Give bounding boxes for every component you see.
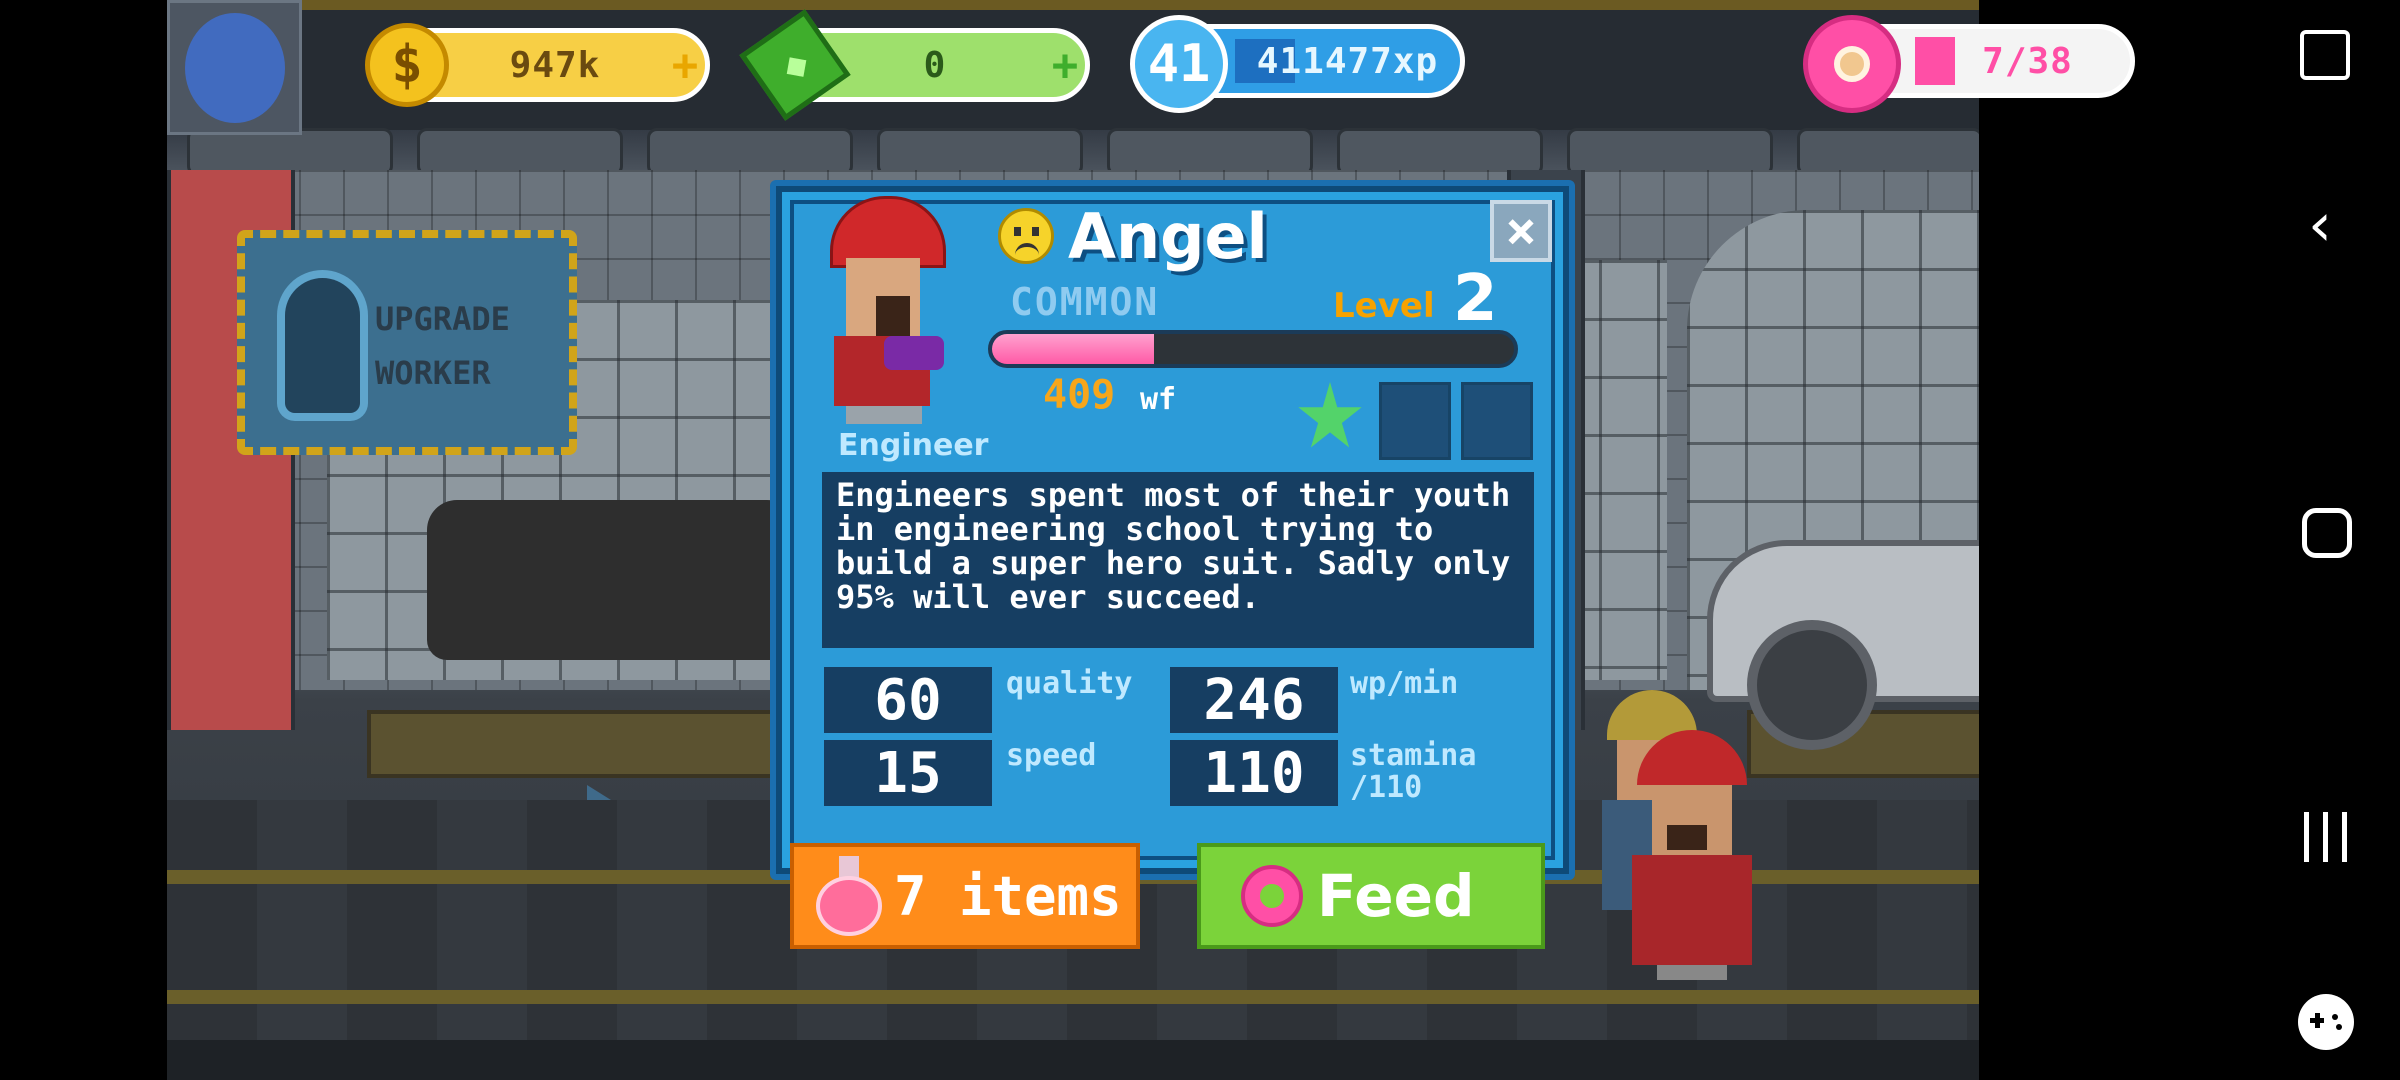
- star-empty-slot: [1461, 382, 1533, 460]
- recents-nav-icon[interactable]: [2300, 812, 2352, 862]
- speed-value: 15: [824, 740, 992, 806]
- quality-label: quality: [1006, 666, 1133, 701]
- donut-icon: [1241, 865, 1303, 927]
- close-button[interactable]: ×: [1490, 200, 1552, 262]
- pipe: [1107, 128, 1313, 176]
- avatar-silhouette: [185, 13, 285, 123]
- wp-min-label: wp/min: [1350, 666, 1459, 701]
- coin-icon: $: [365, 23, 449, 107]
- pipe: [417, 128, 623, 176]
- pipe: [877, 128, 1083, 176]
- car-wheel: [1747, 620, 1877, 750]
- potion-icon: [814, 856, 884, 936]
- sad-face-icon: [998, 208, 1054, 264]
- speed-label: speed: [1006, 738, 1097, 773]
- stamina-value: 110: [1170, 740, 1338, 806]
- pipe: [187, 128, 393, 176]
- back-nav-icon[interactable]: ‹: [2308, 195, 2332, 255]
- add-cash-button[interactable]: +: [1045, 40, 1085, 91]
- cash-counter[interactable]: ◆ 0 +: [739, 9, 1090, 121]
- feed-button[interactable]: Feed: [1197, 843, 1545, 949]
- level-progress-fill: [992, 334, 1154, 364]
- worker-description: Engineers spent most of their youth in e…: [822, 472, 1534, 648]
- donut-value: 7/38: [1982, 40, 2073, 82]
- star-empty-slot: [1379, 382, 1451, 460]
- worker-name: Angel: [1068, 200, 1268, 273]
- floor-stripe: [167, 990, 1979, 1004]
- pipe: [1567, 128, 1773, 176]
- game-tools-icon[interactable]: [2298, 994, 2354, 1050]
- close-icon: ×: [1505, 201, 1537, 261]
- ceiling-trim: [167, 0, 1979, 10]
- xp-value: 411477xp: [1256, 40, 1439, 82]
- items-button-label: 7 items: [894, 864, 1122, 928]
- wf-value: 409: [1043, 372, 1116, 418]
- pipe: [1797, 128, 1979, 176]
- upgrade-sign-line2: WORKER: [375, 354, 491, 392]
- upgrade-sign-line1: UPGRADE: [375, 300, 510, 338]
- avatar[interactable]: [167, 0, 302, 135]
- items-button[interactable]: 7 items: [790, 843, 1140, 949]
- pipe: [647, 128, 853, 176]
- tool-icon: [884, 336, 944, 370]
- wf-unit: wf: [1140, 382, 1177, 417]
- donut-counter[interactable]: 7/38: [1803, 15, 2135, 113]
- level-progress-bar: [988, 330, 1518, 368]
- quality-value: 60: [824, 667, 992, 733]
- level-value: 2: [1453, 262, 1498, 336]
- feed-button-label: Feed: [1317, 862, 1475, 930]
- stamina-max-label: /110: [1350, 770, 1423, 805]
- coins-counter[interactable]: $ 947k +: [365, 23, 710, 107]
- rarity-label: COMMON: [1010, 280, 1160, 324]
- pipe: [1337, 128, 1543, 176]
- worker-feet: [846, 406, 922, 424]
- upgrade-worker-sign[interactable]: UPGRADE WORKER: [237, 230, 577, 455]
- home-nav-icon[interactable]: [2302, 508, 2352, 558]
- job-label: Engineer: [838, 428, 989, 463]
- screen-lock-icon[interactable]: [2300, 30, 2350, 80]
- wp-min-value: 246: [1170, 667, 1338, 733]
- worker-beard: [876, 296, 910, 336]
- add-coins-button[interactable]: +: [665, 40, 705, 91]
- worker-silhouette-icon: [285, 278, 360, 413]
- xp-counter[interactable]: 41 411477xp: [1130, 15, 1465, 113]
- floor-edge: [167, 1040, 1979, 1080]
- level-label: Level: [1333, 286, 1435, 326]
- worker-sprite[interactable]: [1627, 730, 1757, 980]
- stamina-label: stamina: [1350, 738, 1477, 773]
- worker-portrait: [828, 196, 948, 426]
